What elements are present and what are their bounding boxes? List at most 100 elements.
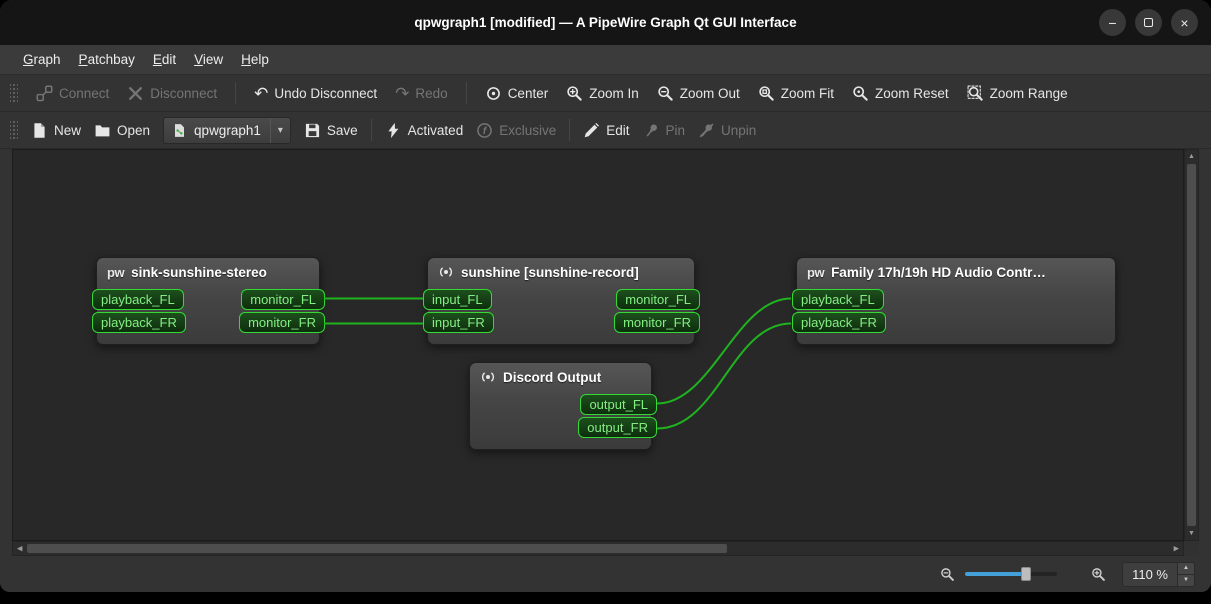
menu-edit[interactable]: Edit (144, 47, 185, 72)
zoom-slider[interactable] (965, 567, 1058, 581)
unpin-button[interactable]: Unpin (698, 122, 756, 139)
edit-button[interactable]: Edit (583, 122, 630, 139)
node-ports: input_FL monitor_FL input_FR monitor_FR (423, 285, 700, 344)
port-monitor-fl[interactable]: monitor_FL (241, 289, 325, 310)
graph-view: pw sink-sunshine-stereo playback_FL moni… (12, 149, 1199, 556)
toolbar-separator (569, 119, 571, 141)
zoom-fit-button[interactable]: Zoom Fit (758, 85, 834, 102)
graph-canvas[interactable]: pw sink-sunshine-stereo playback_FL moni… (12, 149, 1184, 541)
connect-button[interactable]: Connect (36, 85, 109, 102)
port-playback-fr[interactable]: playback_FR (92, 312, 186, 333)
zoom-in-icon (567, 85, 582, 101)
toolbar-drag-handle[interactable] (10, 120, 18, 140)
minimize-icon: − (1108, 14, 1117, 31)
menu-help[interactable]: Help (232, 47, 278, 72)
activated-button[interactable]: Activated (385, 122, 463, 139)
spin-up-icon: ▲ (1183, 565, 1189, 571)
port-monitor-fr[interactable]: monitor_FR (239, 312, 325, 333)
svg-text:f: f (483, 125, 488, 136)
port-input-fr[interactable]: input_FR (423, 312, 494, 333)
toolbar-separator (235, 82, 237, 104)
disconnect-icon (129, 86, 143, 100)
zoom-range-button[interactable]: Zoom Range (967, 85, 1068, 102)
center-button[interactable]: Center (485, 85, 549, 102)
patchbay-file-icon (175, 123, 185, 137)
exclusive-label: Exclusive (499, 122, 557, 138)
new-button[interactable]: New (31, 122, 81, 139)
disconnect-label: Disconnect (150, 85, 218, 101)
exclusive-button[interactable]: f Exclusive (476, 122, 556, 139)
audio-record-icon (482, 372, 494, 382)
minimize-button[interactable]: − (1099, 9, 1126, 36)
pipewire-icon: pw (807, 264, 825, 280)
node-ports: output_FL output_FR (470, 390, 657, 449)
zoom-out-button[interactable]: Zoom Out (657, 85, 740, 102)
toolbar-drag-handle[interactable] (10, 83, 18, 103)
zoom-spin-down-button[interactable]: ▼ (1178, 573, 1194, 586)
undo-disconnect-label: Undo Disconnect (274, 85, 378, 101)
save-label: Save (326, 122, 358, 138)
port-output-fl[interactable]: output_FL (580, 394, 657, 415)
toolbar-separator (370, 119, 372, 141)
menu-patchbay[interactable]: Patchbay (70, 47, 144, 72)
scroll-up-icon[interactable]: ▲ (1188, 153, 1195, 160)
port-output-fr[interactable]: output_FR (578, 417, 657, 438)
audio-record-icon (440, 267, 452, 277)
disconnect-button[interactable]: Disconnect (127, 85, 217, 102)
zoom-in-small-icon[interactable] (1091, 567, 1106, 582)
scroll-right-icon[interactable]: ▶ (1174, 545, 1179, 552)
zoom-value[interactable]: 110 % (1123, 563, 1177, 586)
center-icon (486, 86, 500, 100)
menu-graph[interactable]: Graph (14, 47, 70, 72)
node-sink-sunshine-stereo[interactable]: pw sink-sunshine-stereo playback_FL moni… (92, 257, 325, 345)
node-header: pw sink-sunshine-stereo (97, 258, 319, 285)
center-label: Center (507, 85, 549, 101)
node-sunshine-record[interactable]: sunshine [sunshine-record] input_FL moni… (423, 257, 700, 345)
maximize-button[interactable] (1135, 9, 1162, 36)
pin-button[interactable]: Pin (643, 122, 685, 139)
maximize-icon (1144, 18, 1153, 27)
chevron-down-icon: ▾ (269, 117, 283, 143)
port-monitor-fl[interactable]: monitor_FL (616, 289, 700, 310)
node-header: pw Family 17h/19h HD Audio Contr… (797, 258, 1115, 285)
close-button[interactable]: × (1171, 9, 1198, 36)
zoom-in-button[interactable]: Zoom In (566, 85, 639, 102)
save-button[interactable]: Save (304, 122, 358, 139)
menu-view[interactable]: View (185, 47, 232, 72)
titlebar[interactable]: qpwgraph1 [modified] — A PipeWire Graph … (0, 0, 1211, 45)
zoom-slider-fill (965, 572, 1026, 576)
port-playback-fl[interactable]: playback_FL (792, 289, 884, 310)
port-playback-fr[interactable]: playback_FR (792, 312, 886, 333)
spin-down-icon: ▼ (1183, 577, 1189, 583)
zoom-spin-up-button[interactable]: ▲ (1178, 562, 1194, 574)
port-playback-fl[interactable]: playback_FL (92, 289, 184, 310)
connect-icon (36, 85, 53, 101)
horizontal-scrollbar-handle[interactable] (27, 544, 727, 553)
zoom-spinbox[interactable]: 110 % ▲ ▼ (1122, 561, 1195, 587)
port-monitor-fr[interactable]: monitor_FR (614, 312, 700, 333)
undo-disconnect-button[interactable]: ↶ Undo Disconnect (254, 85, 377, 102)
port-input-fl[interactable]: input_FL (423, 289, 492, 310)
zoom-reset-button[interactable]: Zoom Reset (852, 85, 949, 102)
horizontal-scrollbar[interactable]: ◀ ▶ (12, 541, 1184, 556)
open-button[interactable]: Open (94, 122, 150, 139)
node-title: sink-sunshine-stereo (131, 264, 267, 280)
vertical-scrollbar-handle[interactable] (1187, 164, 1196, 526)
zoom-slider-handle[interactable] (1021, 567, 1032, 581)
scroll-down-icon[interactable]: ▼ (1188, 530, 1195, 537)
patchbay-combo[interactable]: qpwgraph1 ▾ (163, 116, 291, 144)
vertical-scrollbar[interactable]: ▲ ▼ (1184, 149, 1199, 541)
redo-button[interactable]: ↷ Redo (395, 85, 448, 102)
open-label: Open (117, 122, 151, 138)
node-title: Discord Output (503, 369, 602, 385)
scroll-left-icon[interactable]: ◀ (17, 545, 22, 552)
zoom-out-small-icon[interactable] (940, 567, 955, 582)
scrollbar-corner (1184, 541, 1199, 556)
toolbar-separator (465, 82, 467, 104)
zoom-out-icon (658, 85, 673, 101)
app-window: qpwgraph1 [modified] — A PipeWire Graph … (0, 0, 1211, 592)
undo-icon: ↶ (254, 83, 269, 103)
node-header: Discord Output (470, 363, 651, 390)
node-discord-output[interactable]: Discord Output output_FL output_FR (469, 362, 657, 450)
node-family-hd-audio[interactable]: pw Family 17h/19h HD Audio Contr… playba… (792, 257, 1116, 345)
